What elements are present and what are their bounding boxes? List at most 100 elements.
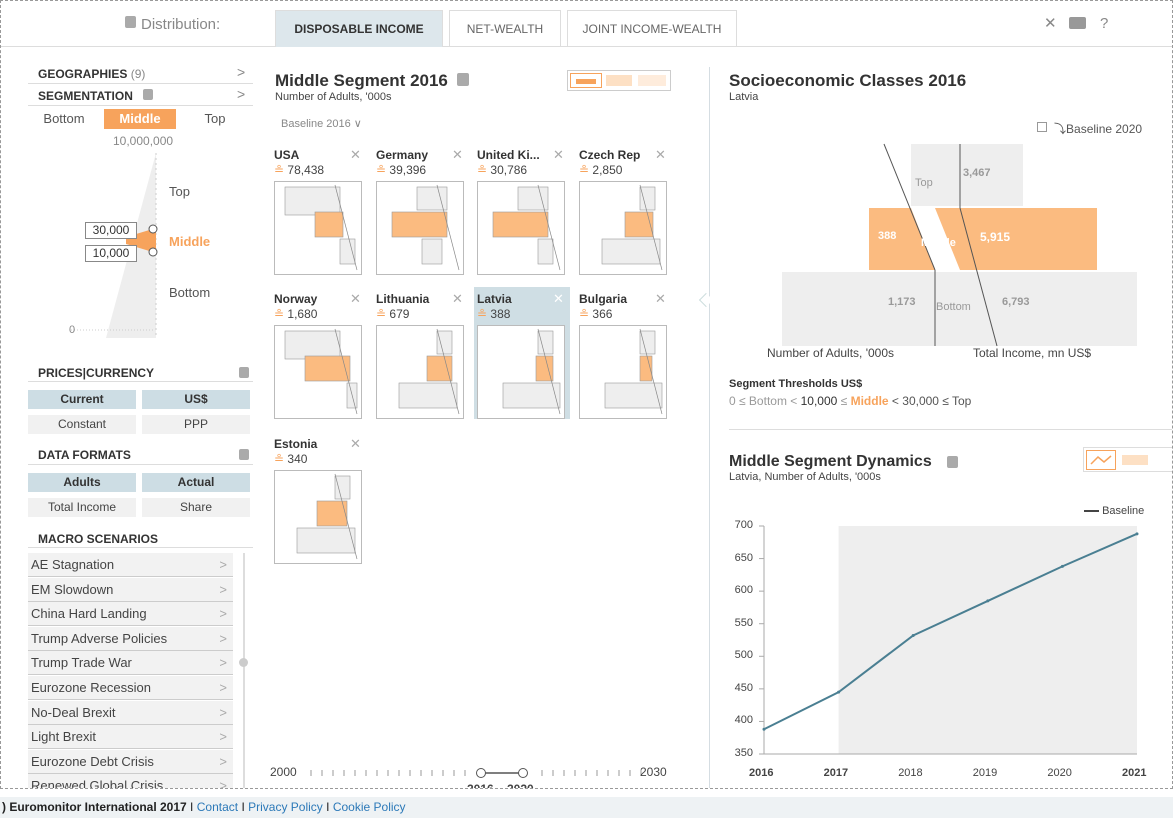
baseline-2020-text: Baseline 2020 — [1066, 122, 1143, 136]
format-adults-button[interactable]: Adults — [28, 473, 136, 492]
prices-info-icon[interactable] — [239, 367, 249, 378]
adults-icon: ≗ — [274, 307, 288, 321]
data-point[interactable] — [762, 727, 766, 731]
scenario-item[interactable]: EM Slowdown > — [28, 577, 233, 602]
x-tick-label: 2021 — [1122, 767, 1147, 779]
price-current-button[interactable]: Current — [28, 390, 136, 409]
card-close-icon[interactable]: ✕ — [452, 291, 463, 307]
tab-disposable-income[interactable]: DISPOSABLE INCOME — [275, 10, 443, 47]
tab-net-wealth[interactable]: NET-WEALTH — [449, 10, 561, 47]
card-close-icon[interactable]: ✕ — [452, 147, 463, 163]
seg-middle-option[interactable]: Middle — [104, 109, 176, 129]
card-close-icon[interactable]: ✕ — [553, 291, 564, 307]
formats-info-icon[interactable] — [239, 449, 249, 460]
scenario-item[interactable]: China Hard Landing > — [28, 602, 233, 627]
timeline-selected-start: 2016 — [467, 782, 494, 789]
privacy-policy-link[interactable]: Privacy Policy — [248, 800, 323, 814]
scenario-item[interactable]: Eurozone Recession > — [28, 676, 233, 700]
scenario-item[interactable]: Renewed Global Crisis > — [28, 774, 233, 788]
data-point[interactable] — [986, 599, 990, 603]
segmentation-info-icon[interactable] — [143, 89, 153, 100]
card-close-icon[interactable]: ✕ — [553, 147, 564, 163]
panel-divider-notch — [698, 292, 714, 308]
scenario-item[interactable]: Light Brexit > — [28, 725, 233, 750]
baseline-dropdown[interactable]: Baseline 2016 ∨ — [281, 117, 362, 130]
baseline-checkbox[interactable] — [1037, 122, 1047, 132]
line-chart-icon[interactable] — [1086, 450, 1116, 470]
geographies-chevron-icon[interactable]: > — [237, 64, 245, 80]
card-country-name: Estonia — [274, 437, 318, 451]
data-point[interactable] — [911, 633, 915, 637]
timeline-selected-end: 2020 — [507, 782, 534, 789]
adults-icon: ≗ — [274, 452, 288, 466]
chart-type-toggle[interactable] — [1083, 447, 1172, 472]
card-country-name: Latvia — [477, 292, 512, 306]
cookie-policy-link[interactable]: Cookie Policy — [333, 800, 406, 814]
upper-threshold-input[interactable]: 30,000 — [85, 222, 137, 239]
contact-link[interactable]: Contact — [197, 800, 238, 814]
format-actual-button[interactable]: Actual — [142, 473, 250, 492]
copyright-text: ) Euromonitor International 2017 — [2, 800, 187, 814]
view-toggle[interactable] — [567, 70, 671, 91]
geographies-count: (9) — [130, 67, 146, 81]
chevron-right-icon: > — [219, 630, 227, 646]
card-value-text: 1,680 — [287, 307, 318, 321]
scenario-label: Eurozone Debt Crisis — [31, 753, 154, 769]
seg-top-option[interactable]: Top — [181, 109, 249, 129]
upper-handle[interactable] — [148, 224, 158, 234]
segmentation-label[interactable]: SEGMENTATION — [38, 89, 133, 103]
card-mini-chart — [274, 181, 362, 275]
seg-bottom-option[interactable]: Bottom — [30, 109, 98, 129]
card-close-icon[interactable]: ✕ — [350, 147, 361, 163]
currency-ppp-button[interactable]: PPP — [142, 415, 250, 434]
segmentation-chevron-icon[interactable]: > — [237, 86, 245, 102]
scenario-item[interactable]: No-Deal Brexit > — [28, 700, 233, 725]
data-point[interactable] — [1060, 564, 1064, 568]
class-middle-adults: 388 — [878, 230, 897, 242]
card-country-name: Bulgaria — [579, 292, 628, 306]
help-icon[interactable]: ? — [1100, 15, 1108, 32]
card-close-icon[interactable]: ✕ — [350, 291, 361, 307]
chevron-right-icon: > — [219, 581, 227, 597]
close-icon[interactable]: ✕ — [1044, 14, 1057, 32]
card-close-icon[interactable]: ✕ — [655, 291, 666, 307]
scenario-item[interactable]: AE Stagnation > — [28, 553, 233, 577]
distribution-info-icon[interactable] — [125, 16, 136, 28]
cards-view-icon[interactable] — [570, 73, 602, 88]
lower-threshold-input[interactable]: 10,000 — [85, 245, 137, 262]
camera-icon[interactable] — [1069, 17, 1086, 29]
scenario-item[interactable]: Trump Adverse Policies > — [28, 626, 233, 651]
middle-title: Middle Segment 2016 — [275, 71, 448, 90]
tab-joint-income-wealth[interactable]: JOINT INCOME-WEALTH — [567, 10, 737, 47]
app-frame: Distribution: DISPOSABLE INCOME NET-WEAL… — [0, 0, 1173, 789]
area-chart-icon[interactable] — [1122, 455, 1148, 465]
card-close-icon[interactable]: ✕ — [655, 147, 666, 163]
price-constant-button[interactable]: Constant — [28, 415, 136, 434]
timeline-start-handle[interactable] — [476, 768, 486, 778]
baseline-2020-label[interactable]: ⤵Baseline 2020 — [1054, 120, 1142, 137]
scenario-item[interactable]: Trump Trade War > — [28, 651, 233, 676]
dynamics-info-icon[interactable] — [947, 456, 958, 468]
scenario-scroll-thumb[interactable] — [239, 658, 248, 667]
format-total-income-button[interactable]: Total Income — [28, 498, 136, 517]
chevron-down-icon: ∨ — [353, 118, 362, 130]
middle-info-icon[interactable] — [457, 73, 469, 86]
x-tick-label: 2020 — [1047, 767, 1072, 779]
scenario-scrollbar[interactable] — [243, 553, 245, 788]
format-share-button[interactable]: Share — [142, 498, 250, 517]
bars-view-icon[interactable] — [606, 75, 632, 86]
timeline-end-handle[interactable] — [518, 768, 528, 778]
card-close-icon[interactable]: ✕ — [350, 436, 361, 452]
geographies-row[interactable]: GEOGRAPHIES (9) — [38, 67, 145, 81]
lower-handle[interactable] — [148, 247, 158, 257]
data-point[interactable] — [837, 690, 841, 694]
distribution-label: Distribution: — [141, 16, 221, 33]
middle-subtitle: Number of Adults, '000s — [275, 91, 392, 103]
scenario-item[interactable]: Eurozone Debt Crisis > — [28, 749, 233, 774]
y-tick-label: 700 — [734, 519, 753, 531]
card-value-text: 366 — [592, 307, 613, 321]
table-view-icon[interactable] — [638, 75, 666, 86]
currency-usd-button[interactable]: US$ — [142, 390, 250, 409]
data-point[interactable] — [1135, 532, 1139, 536]
scenario-label: AE Stagnation — [31, 557, 115, 572]
